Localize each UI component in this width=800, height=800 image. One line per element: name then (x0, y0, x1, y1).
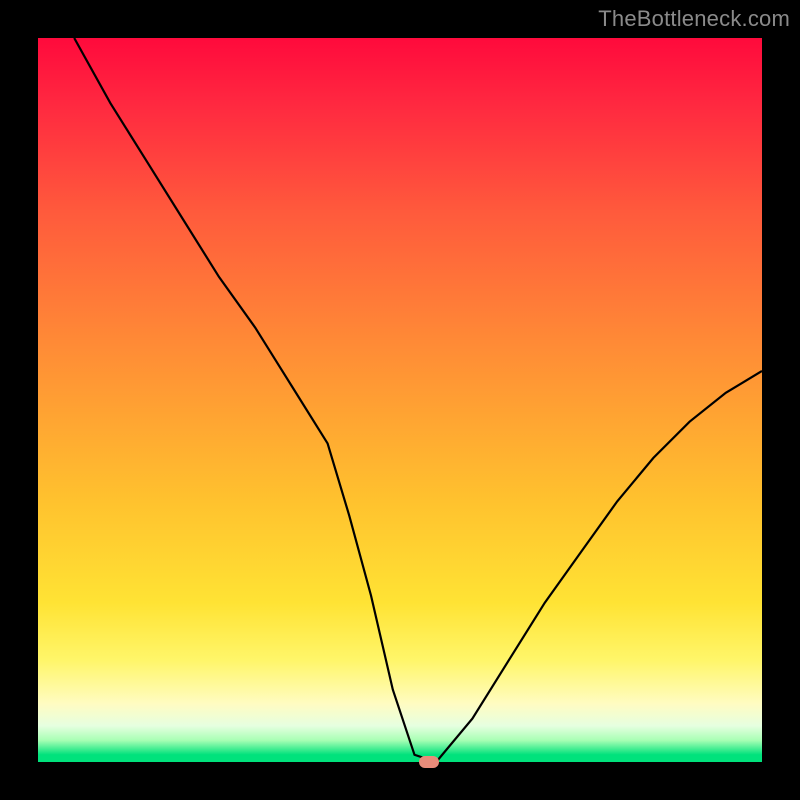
min-marker (419, 756, 439, 768)
curve-svg (38, 38, 762, 762)
chart-frame: TheBottleneck.com (0, 0, 800, 800)
plot-area (38, 38, 762, 762)
watermark-text: TheBottleneck.com (598, 6, 790, 32)
bottleneck-curve (74, 38, 762, 762)
